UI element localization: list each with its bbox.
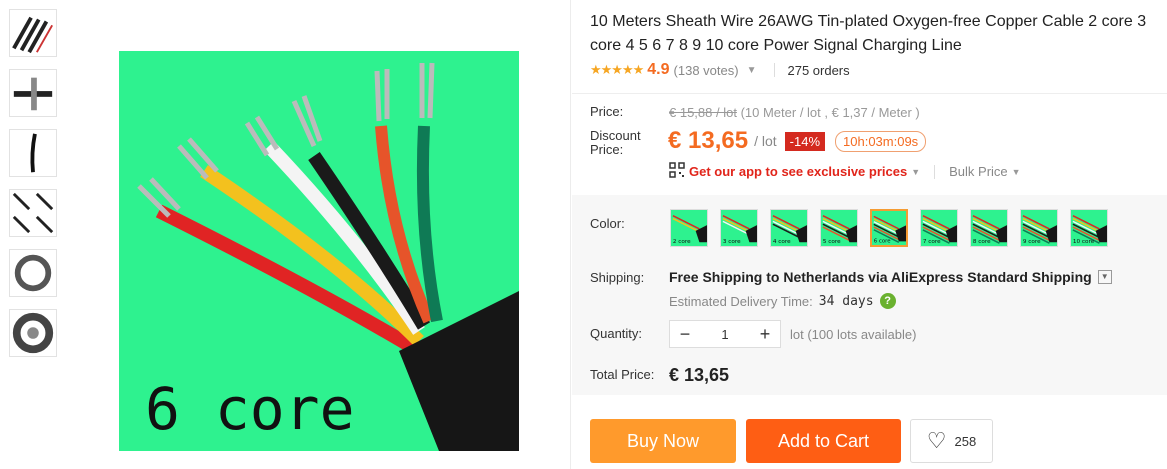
thumbnail-5[interactable] (9, 249, 57, 297)
quantity-availability: lot (100 lots available) (790, 327, 917, 342)
qr-code-icon (669, 162, 685, 181)
rating-row: ★★★★★ 4.9 (138 votes) ▼ 275 orders (590, 60, 850, 80)
color-swatch-label: 7 core (923, 239, 941, 245)
column-divider (570, 0, 571, 469)
color-label: Color: (590, 216, 625, 231)
shipping-label: Shipping: (590, 270, 645, 285)
color-swatch-list: 2 core 3 core 4 core 5 core 6 core 7 core 8 co… (670, 209, 1120, 247)
heart-icon: ♡ (926, 428, 947, 453)
color-swatch-option[interactable]: 6 core (870, 209, 908, 247)
original-price-detail: (10 Meter / lot , € 1,37 / Meter ) (740, 105, 920, 120)
total-price-value: € 13,65 (669, 365, 730, 385)
color-swatch-label: 3 core (723, 239, 741, 245)
color-swatch-label: 5 core (823, 239, 841, 245)
current-price-value: € 13,65 (668, 127, 749, 154)
current-price: € 13,65 / lot -14% 10h:03m:09s (668, 127, 927, 155)
color-swatch-label: 8 core (973, 239, 991, 245)
shipping-method[interactable]: Free Shipping to Netherlands via AliExpr… (669, 269, 1112, 285)
wishlist-count: 258 (954, 433, 977, 449)
help-icon[interactable]: ? (879, 293, 896, 309)
color-swatch-label: 10 core (1073, 239, 1095, 245)
add-to-cart-button[interactable]: Add to Cart (746, 419, 901, 463)
delivery-estimate: Estimated Delivery Time: 34 days ? (669, 293, 896, 309)
divider (774, 63, 776, 77)
chevron-down-icon[interactable]: ▼ (1012, 167, 1021, 177)
thumbnail-1[interactable] (9, 9, 57, 57)
color-swatch-option[interactable]: 7 core (920, 209, 958, 247)
rating-value: 4.9 (647, 61, 670, 78)
bulk-price-link[interactable]: Bulk Price (949, 164, 1008, 179)
countdown-timer: 10h:03m:09s (835, 130, 927, 152)
color-swatch-option[interactable]: 5 core (820, 209, 858, 247)
thumbnail-4[interactable] (9, 189, 57, 237)
image-caption: 6 core (145, 375, 355, 443)
color-swatch-option[interactable]: 3 core (720, 209, 758, 247)
discount-price-label: Discount Price: (590, 128, 641, 157)
price-label: Price: (590, 104, 624, 119)
color-swatch-option[interactable]: 8 core (970, 209, 1008, 247)
decrement-button[interactable]: − (670, 321, 700, 347)
chevron-down-icon[interactable]: ▼ (747, 65, 757, 76)
buy-now-button[interactable]: Buy Now (590, 419, 736, 463)
divider (934, 164, 936, 179)
app-promo-row: Get our app to see exclusive prices ▼ Bu… (669, 162, 1021, 181)
color-swatch-option[interactable]: 9 core (1020, 209, 1058, 247)
thumbnail-6[interactable] (9, 309, 57, 357)
thumbnail-3[interactable] (9, 129, 57, 177)
increment-button[interactable]: + (750, 321, 780, 347)
product-title: 10 Meters Sheath Wire 26AWG Tin-plated O… (590, 13, 1147, 54)
original-price: € 15,88 / lot (10 Meter / lot , € 1,37 /… (669, 105, 920, 120)
delivery-days: 34 days (818, 293, 874, 309)
quantity-input[interactable]: 1 (700, 327, 750, 342)
color-swatch-option[interactable]: 2 core (670, 209, 708, 247)
wishlist-button[interactable]: ♡ 258 (910, 419, 993, 463)
delivery-label: Estimated Delivery Time: (669, 293, 813, 309)
total-price-label: Total Price: (590, 367, 655, 382)
star-rating-icon: ★★★★★ (590, 62, 644, 77)
quantity-label: Quantity: (590, 326, 643, 341)
chevron-down-icon[interactable]: ▼ (911, 167, 920, 177)
app-exclusive-link[interactable]: Get our app to see exclusive prices (689, 164, 907, 179)
color-swatch-label: 9 core (1023, 239, 1041, 245)
discount-badge: -14% (784, 131, 826, 151)
product-main-image: 6 core (119, 51, 519, 451)
rating-votes[interactable]: (138 votes) (674, 63, 739, 78)
chevron-down-icon[interactable]: ▼ (1097, 270, 1112, 284)
color-swatch-option[interactable]: 10 core (1070, 209, 1108, 247)
price-unit: / lot (754, 133, 777, 149)
orders-count: 275 orders (787, 62, 850, 78)
quantity-stepper: − 1 + (669, 320, 781, 348)
original-price-value: € 15,88 / lot (669, 105, 737, 120)
color-swatch-label: 6 core (874, 238, 891, 244)
thumbnail-list (9, 9, 61, 369)
shipping-method-text[interactable]: Free Shipping to Netherlands via AliExpr… (669, 269, 1092, 285)
color-swatch-label: 2 core (673, 239, 691, 245)
thumbnail-2[interactable] (9, 69, 57, 117)
color-swatch-label: 4 core (773, 239, 791, 245)
color-swatch-option[interactable]: 4 core (770, 209, 808, 247)
